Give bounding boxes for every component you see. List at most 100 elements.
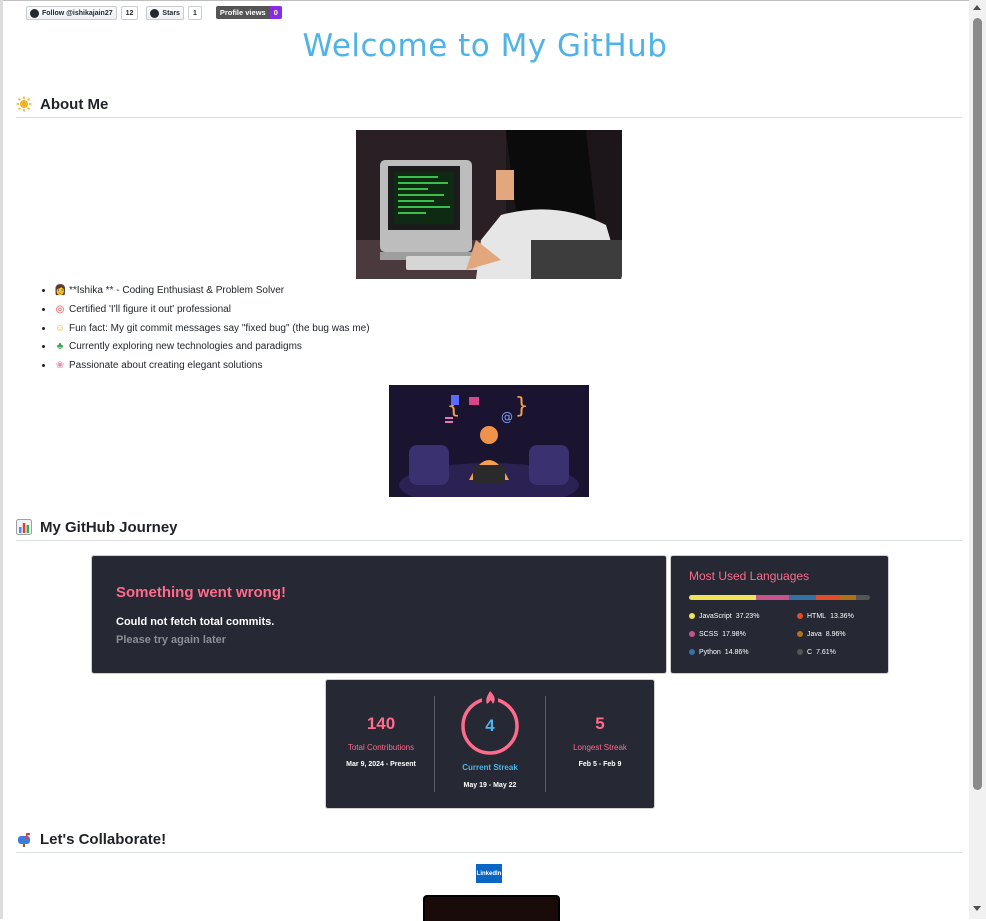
bottom-banner-image xyxy=(423,895,560,921)
language-bar-segment xyxy=(788,595,816,600)
languages-card: Most Used Languages JavaScript 37.23% HT… xyxy=(670,555,889,674)
section-collaborate-title: Let's Collaborate! xyxy=(40,830,167,848)
longest-streak-col: 5 Longest Streak Feb 5 - Feb 9 xyxy=(545,680,655,808)
legend-name: Java xyxy=(807,630,822,638)
github-icon xyxy=(150,8,160,18)
stars-button[interactable]: Stars xyxy=(146,6,184,20)
target-icon: ◎ xyxy=(55,303,65,315)
legend-item: Java 8.96% xyxy=(797,629,879,639)
language-bar-segment xyxy=(839,595,857,600)
legend-item: JavaScript 37.23% xyxy=(689,611,797,621)
scroll-up-icon[interactable] xyxy=(973,5,981,10)
current-streak-value: 4 xyxy=(485,716,495,735)
list-item: 👩**Ishika ** - Coding Enthusiast & Probl… xyxy=(54,283,370,302)
fact-text: **Ishika ** - Coding Enthusiast & Proble… xyxy=(69,285,285,296)
longest-streak-value: 5 xyxy=(595,714,605,733)
seedling-icon: ♣ xyxy=(56,341,64,353)
error-title: Something went wrong! xyxy=(116,584,286,601)
legend-percent: 17.98% xyxy=(722,630,746,638)
error-message: Could not fetch total commits. xyxy=(116,616,275,628)
badge-row: Follow @ishikajain27 12 Stars 1 Profile … xyxy=(26,6,282,20)
linkedin-badge[interactable]: LinkedIn xyxy=(476,864,502,883)
scroll-down-icon[interactable] xyxy=(973,906,981,911)
languages-legend: JavaScript 37.23% HTML 13.36% SCSS 17.98… xyxy=(689,611,879,657)
longest-streak-range: Feb 5 - Feb 9 xyxy=(578,761,622,768)
language-bar-segment xyxy=(689,595,757,600)
technologist-icon: 👩 xyxy=(54,285,67,296)
legend-item: Python 14.86% xyxy=(689,647,797,657)
window-top-border xyxy=(0,0,986,1)
python-dot xyxy=(689,649,695,655)
legend-name: SCSS xyxy=(699,630,719,638)
list-item: ☺Fun fact: My git commit messages say "f… xyxy=(54,321,370,340)
follow-badge[interactable]: Follow @ishikajain27 12 xyxy=(26,6,139,20)
total-contributions-value: 140 xyxy=(366,714,396,733)
scss-dot xyxy=(689,631,695,637)
profile-views-label: Profile views xyxy=(215,6,270,19)
list-item: ❀ Passionate about creating elegant solut… xyxy=(54,358,370,377)
svg-text:}: } xyxy=(515,394,528,419)
mailbox-icon xyxy=(16,831,32,847)
language-bar-segment xyxy=(856,595,870,600)
section-journey-title: My GitHub Journey xyxy=(40,518,178,536)
languages-title: Most Used Languages xyxy=(689,569,810,583)
stats-error-card: Something went wrong! Could not fetch to… xyxy=(91,555,667,674)
legend-percent: 13.36% xyxy=(830,612,854,620)
section-about-heading: About Me xyxy=(16,91,962,118)
error-hint: Please try again later xyxy=(116,634,227,646)
current-streak-col: 4 Current Streak May 19 - May 22 xyxy=(435,680,545,808)
scrollbar-thumb[interactable] xyxy=(973,18,982,790)
bar-chart-icon xyxy=(16,519,32,535)
profile-views-badge: Profile views 0 xyxy=(215,6,282,19)
language-bar-segment xyxy=(815,595,840,600)
sun-icon xyxy=(16,96,32,112)
legend-item: C 7.61% xyxy=(797,647,879,657)
legend-name: C xyxy=(807,648,813,656)
about-facts-list: 👩**Ishika ** - Coding Enthusiast & Probl… xyxy=(20,283,370,377)
c-dot xyxy=(797,649,803,655)
section-journey-heading: My GitHub Journey xyxy=(16,514,962,541)
laughing-face-icon: ☺ xyxy=(54,322,66,334)
vertical-scrollbar[interactable] xyxy=(969,0,986,919)
section-about-title: About Me xyxy=(40,95,109,113)
stars-label: Stars xyxy=(162,9,180,17)
fact-text: Passionate about creating elegant soluti… xyxy=(69,360,263,372)
legend-percent: 37.23% xyxy=(735,612,760,620)
fact-text: Currently exploring new technologies and… xyxy=(69,341,302,353)
svg-text:@: @ xyxy=(501,410,513,424)
current-streak-label: Current Streak xyxy=(462,763,518,772)
list-item: ◎ Certified 'I'll figure it out' professi… xyxy=(54,302,370,321)
legend-name: JavaScript xyxy=(699,612,732,620)
streak-card: 140 Total Contributions Mar 9, 2024 - Pr… xyxy=(325,679,655,809)
stars-count[interactable]: 1 xyxy=(187,6,202,20)
javascript-dot xyxy=(689,613,695,619)
current-streak-range: May 19 - May 22 xyxy=(463,782,517,789)
legend-percent: 14.86% xyxy=(724,648,749,656)
github-icon xyxy=(30,8,39,18)
legend-name: Python xyxy=(699,648,721,656)
brain-icon: ❀ xyxy=(55,360,65,372)
language-bar-segment xyxy=(756,595,789,600)
window-left-border xyxy=(0,0,3,919)
fact-text: Certified 'I'll figure it out' professio… xyxy=(69,303,231,315)
legend-percent: 7.61% xyxy=(816,648,836,656)
stars-badge[interactable]: Stars 1 xyxy=(146,6,202,20)
fact-text: Fun fact: My git commit messages say "fi… xyxy=(69,322,370,334)
java-dot xyxy=(797,631,803,637)
html-dot xyxy=(797,613,803,619)
section-collaborate-heading: Let's Collaborate! xyxy=(16,826,962,853)
total-contributions-label: Total Contributions xyxy=(347,743,415,752)
follow-button[interactable]: Follow @ishikajain27 xyxy=(26,6,117,20)
longest-streak-label: Longest Streak xyxy=(573,743,627,752)
coding-at-computer-gif xyxy=(356,130,622,279)
languages-progress-bar xyxy=(689,595,870,600)
follow-label: Follow @ishikajain27 xyxy=(42,9,113,17)
legend-percent: 8.96% xyxy=(825,630,846,638)
developer-illustration-gif: { } @ xyxy=(389,385,589,497)
profile-views-count: 0 xyxy=(269,6,282,19)
legend-name: HTML xyxy=(807,612,827,620)
list-item: ♣ Currently exploring new technologies an… xyxy=(54,339,370,358)
follow-count[interactable]: 12 xyxy=(120,6,139,20)
total-contributions-range: Mar 9, 2024 - Present xyxy=(346,761,416,768)
legend-item: SCSS 17.98% xyxy=(689,629,797,639)
